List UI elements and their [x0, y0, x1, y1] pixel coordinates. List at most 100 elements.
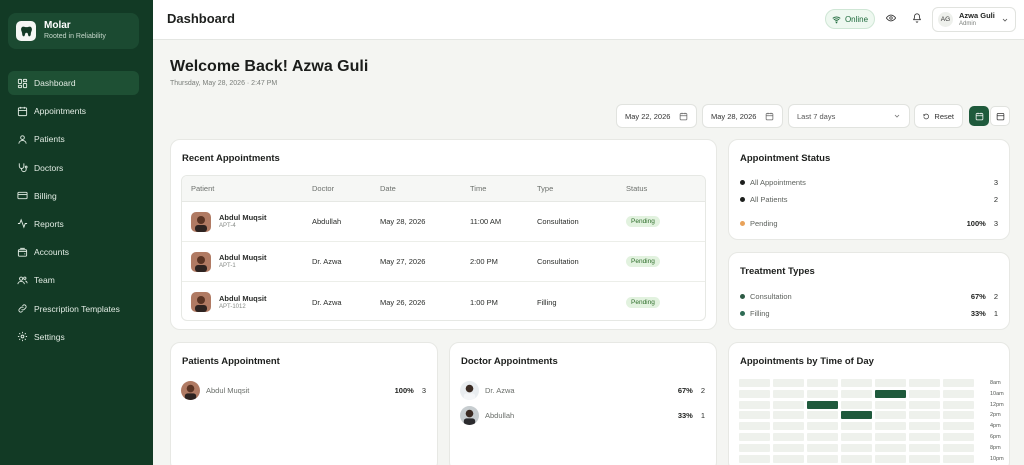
column-header: Date [380, 184, 396, 193]
user-menu[interactable]: AG Azwa Guli Admin [932, 7, 1016, 32]
range-select[interactable]: Last 7 days [788, 104, 910, 128]
card-title: Appointment Status [740, 153, 831, 164]
patient-name: Abdul Muqsit [219, 253, 267, 262]
status-label: All Patients [750, 194, 788, 204]
patients-appointment-card: Patients Appointment Abdul Muqsit 100% 3 [170, 342, 438, 465]
alt-view-button[interactable] [990, 106, 1010, 126]
sidebar: Molar Rooted in Reliability Dashboard Ap… [0, 0, 153, 465]
bell-icon[interactable] [912, 13, 922, 23]
patient-percent: 100% [394, 385, 414, 395]
sidebar-item-accounts[interactable]: Accounts [8, 240, 139, 264]
treatment-row: Consultation 67% 2 [740, 290, 998, 302]
time-cell: 1:00 PM [470, 297, 498, 307]
sidebar-item-appointments[interactable]: Appointments [8, 99, 139, 123]
doctor-count: 1 [700, 410, 705, 420]
sidebar-item-label: Doctors [34, 162, 64, 173]
eye-icon[interactable] [886, 13, 896, 23]
card-title: Patients Appointment [182, 356, 280, 367]
sidebar-item-dashboard[interactable]: Dashboard [8, 71, 139, 95]
list-item[interactable]: Dr. Azwa 67% 2 [460, 380, 705, 400]
calendar-view-button[interactable] [969, 106, 989, 126]
heatmap-cell [773, 411, 804, 420]
sidebar-item-patients[interactable]: Patients [8, 127, 139, 151]
sidebar-item-reports[interactable]: Reports [8, 212, 139, 236]
wifi-icon [832, 16, 841, 23]
table-row[interactable]: Abdul Muqsit APT-4 Abdullah May 28, 2026… [182, 202, 705, 242]
patient-count: 3 [421, 385, 426, 395]
calendar-icon [17, 106, 28, 116]
treatment-count: 2 [993, 291, 998, 301]
heatmap-cell [807, 454, 838, 463]
stethoscope-icon [18, 163, 28, 173]
column-header: Time [470, 184, 487, 193]
heatmap-cell [773, 379, 804, 387]
doctor-name: Abdullah [485, 410, 515, 420]
legend-dot [740, 220, 745, 226]
brand-name: Molar [44, 20, 71, 31]
date-from-picker[interactable]: May 22, 2026 [616, 104, 697, 128]
sidebar-item-doctors[interactable]: Doctors [8, 156, 139, 180]
type-cell: Filling [537, 297, 557, 307]
heatmap-cell [943, 433, 974, 441]
date-cell: May 28, 2026 [380, 217, 426, 226]
heatmap-cell [773, 422, 804, 431]
calendar-icon [975, 112, 983, 120]
reset-label: Reset [934, 111, 954, 121]
patient-name: Abdul Muqsit [219, 213, 267, 222]
heatmap-cell [909, 411, 940, 420]
activity-icon [17, 218, 28, 229]
sidebar-item-settings[interactable]: Settings [8, 325, 139, 349]
sidebar-item-label: Accounts [34, 247, 69, 258]
time-cell: 2:00 PM [470, 257, 498, 266]
patient-avatar [191, 292, 211, 312]
heatmap-cell [909, 389, 940, 398]
table-row[interactable]: Abdul Muqsit APT-1012 Dr. Azwa May 26, 2… [182, 282, 705, 320]
appointments-table: Patient Doctor Date Time Type Status Abd… [181, 175, 706, 321]
heatmap-cell [773, 433, 804, 441]
reset-button[interactable]: Reset [914, 104, 963, 128]
sidebar-item-team[interactable]: Team [8, 268, 139, 292]
heatmap-cell [739, 400, 770, 409]
credit-card-icon [17, 192, 28, 200]
brand-block[interactable]: Molar Rooted in Reliability [8, 13, 139, 49]
legend-dot [740, 179, 745, 185]
sidebar-item-label: Prescription Templates [34, 303, 120, 314]
heatmap-cell [875, 433, 906, 441]
heatmap-cell [773, 443, 804, 452]
hour-label: 8pm [990, 444, 1001, 451]
sidebar-item-label: Patients [34, 134, 65, 145]
table-row[interactable]: Abdul Muqsit APT-1 Dr. Azwa May 27, 2026… [182, 242, 705, 282]
status-badge: Pending [626, 216, 660, 227]
treatment-label: Filling [750, 308, 770, 318]
status-row: Pending 100% 3 [740, 217, 998, 229]
sidebar-item-prescription-templates[interactable]: Prescription Templates [8, 297, 139, 321]
list-item[interactable]: Abdullah 33% 1 [460, 405, 705, 425]
time-of-day-card: Appointments by Time of Day 8am 10am 12pm 2… [728, 342, 1010, 465]
heatmap-cell [739, 454, 770, 463]
treatment-count: 1 [993, 308, 998, 318]
heatmap-cell [875, 422, 906, 431]
heatmap-cell [841, 400, 872, 409]
heatmap-cell [943, 454, 974, 463]
list-item[interactable]: Abdul Muqsit 100% 3 [181, 380, 426, 400]
date-to-value: May 28, 2026 [711, 111, 757, 121]
patient-name: Abdul Muqsit [206, 385, 250, 395]
sidebar-item-billing[interactable]: Billing [8, 184, 139, 208]
gear-icon [17, 332, 28, 342]
sidebar-item-label: Team [34, 275, 55, 286]
date-to-picker[interactable]: May 28, 2026 [702, 104, 783, 128]
heatmap-cell [909, 379, 940, 387]
status-percent: 100% [966, 218, 986, 228]
heatmap-cell [909, 454, 940, 463]
link-icon [18, 304, 27, 313]
status-badge: Pending [626, 256, 660, 267]
chevron-down-icon [894, 114, 900, 118]
heatmap-cell [773, 400, 804, 409]
time-cell: 11:00 AM [470, 217, 502, 226]
online-status-badge[interactable]: Online [825, 9, 875, 29]
treatment-percent: 67% [970, 291, 986, 301]
doctor-percent: 33% [677, 410, 693, 420]
legend-dot [740, 196, 745, 202]
table-header: Patient Doctor Date Time Type Status [182, 176, 705, 202]
status-count: 3 [993, 218, 998, 228]
